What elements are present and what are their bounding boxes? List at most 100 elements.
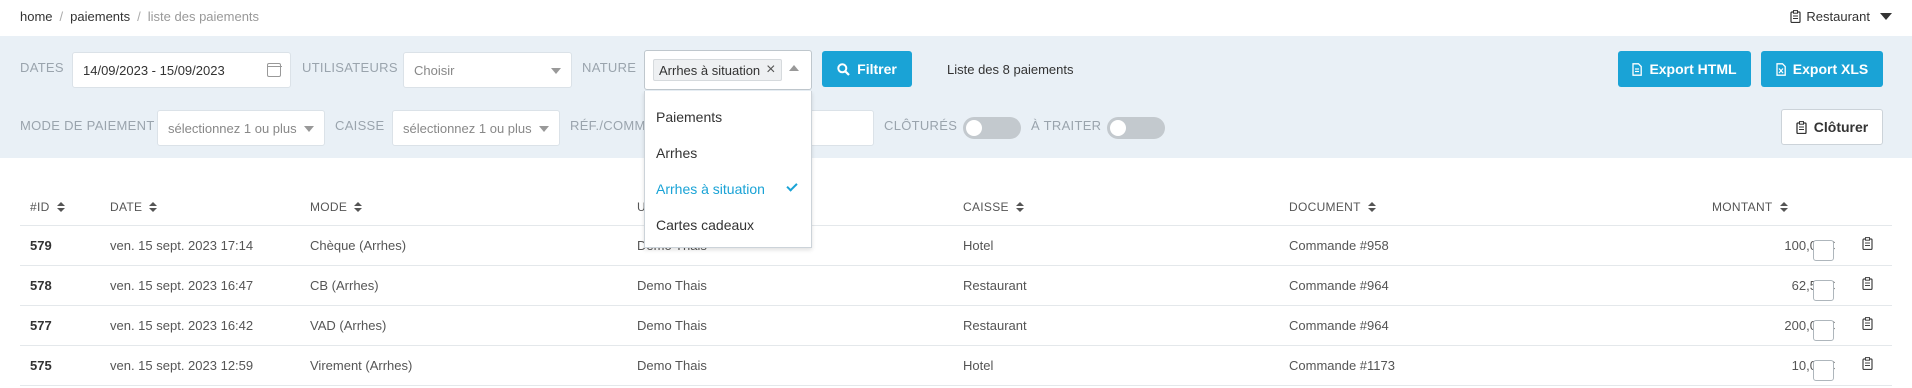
to-process-toggle[interactable] — [1107, 117, 1165, 139]
users-placeholder: Choisir — [414, 62, 455, 78]
sort-icon — [56, 202, 65, 212]
column-label: MONTANT — [1712, 200, 1773, 214]
cell-cash: Hotel — [963, 238, 994, 253]
column-header-amount[interactable]: MONTANT — [1712, 200, 1788, 214]
clipboard-icon[interactable] — [1862, 277, 1873, 290]
dates-input[interactable]: 14/09/2023 - 15/09/2023 — [72, 52, 291, 88]
chevron-down-icon — [1880, 13, 1892, 20]
nature-dropdown: Paiements Arrhes Arrhes à situation Cart… — [644, 91, 812, 248]
establishment-name: Restaurant — [1806, 9, 1870, 24]
nature-label: NATURE — [582, 60, 637, 75]
payment-mode-select[interactable]: sélectionnez 1 ou plus — [157, 110, 325, 146]
payments-table: #ID DATE MODE U CAISSE DOCUMENT MONTANT … — [20, 188, 1892, 386]
column-header-id[interactable]: #ID — [30, 200, 65, 214]
row-checkbox[interactable] — [1813, 240, 1834, 261]
cell-id: 579 — [30, 238, 52, 253]
sort-icon — [354, 202, 363, 212]
payment-mode-placeholder: sélectionnez 1 ou plus — [168, 120, 297, 136]
export-html-button[interactable]: Export HTML — [1618, 51, 1751, 87]
nature-option-deposits-situation[interactable]: Arrhes à situation — [656, 181, 765, 197]
cell-user: Demo Thais — [637, 318, 707, 333]
cash-select[interactable]: sélectionnez 1 ou plus — [392, 110, 560, 146]
chevron-down-icon — [304, 126, 314, 132]
row-checkbox[interactable] — [1813, 280, 1834, 301]
establishment-selector[interactable]: Restaurant — [1790, 9, 1892, 24]
cell-document[interactable]: Commande #1173 — [1289, 358, 1395, 373]
cell-mode: VAD (Arrhes) — [310, 318, 387, 333]
sort-icon — [1015, 202, 1024, 212]
cell-date: ven. 15 sept. 2023 16:47 — [110, 278, 254, 293]
table-row[interactable]: 578 ven. 15 sept. 2023 16:47 CB (Arrhes)… — [20, 266, 1892, 306]
calendar-icon — [266, 63, 282, 77]
nature-option-gift-cards[interactable]: Cartes cadeaux — [656, 217, 754, 233]
cell-cash: Restaurant — [963, 318, 1027, 333]
results-summary: Liste des 8 paiements — [947, 62, 1074, 77]
clipboard-icon[interactable] — [1862, 357, 1873, 370]
table-row[interactable]: 575 ven. 15 sept. 2023 12:59 Virement (A… — [20, 346, 1892, 386]
cell-document[interactable]: Commande #964 — [1289, 278, 1389, 293]
file-icon — [1632, 62, 1643, 76]
nature-tag-label: Arrhes à situation — [659, 62, 761, 78]
clipboard-icon — [1796, 120, 1807, 134]
close-icon[interactable]: × — [766, 62, 775, 78]
column-header-cash[interactable]: CAISSE — [963, 200, 1024, 214]
cell-id: 577 — [30, 318, 52, 333]
reference-label: RÉF./COMM — [570, 118, 646, 133]
column-label: #ID — [30, 200, 50, 214]
column-header-document[interactable]: DOCUMENT — [1289, 200, 1376, 214]
clipboard-icon — [1790, 10, 1802, 23]
column-header-date[interactable]: DATE — [110, 200, 158, 214]
column-label: DATE — [110, 200, 143, 214]
users-label: UTILISATEURS — [302, 60, 398, 75]
export-xls-button[interactable]: Export XLS — [1761, 51, 1883, 87]
cell-user: Demo Thais — [637, 358, 707, 373]
close-payments-label: Clôturer — [1813, 119, 1869, 135]
close-payments-button[interactable]: Clôturer — [1781, 109, 1883, 145]
cell-mode: Virement (Arrhes) — [310, 358, 413, 373]
cell-date: ven. 15 sept. 2023 17:14 — [110, 238, 254, 253]
nature-select[interactable]: Arrhes à situation × — [644, 50, 812, 90]
filter-button[interactable]: Filtrer — [822, 51, 912, 87]
nature-tag: Arrhes à situation × — [653, 59, 782, 81]
row-checkbox[interactable] — [1813, 320, 1834, 341]
export-html-label: Export HTML — [1649, 61, 1737, 77]
cell-date: ven. 15 sept. 2023 16:42 — [110, 318, 254, 333]
toggle-knob — [1110, 120, 1126, 136]
search-icon — [837, 62, 850, 76]
cell-date: ven. 15 sept. 2023 12:59 — [110, 358, 254, 373]
sort-icon — [1779, 202, 1788, 212]
breadcrumb-separator: / — [59, 9, 64, 24]
cell-cash: Hotel — [963, 358, 994, 373]
chevron-up-icon — [789, 65, 799, 71]
to-process-label: À TRAITER — [1031, 118, 1102, 133]
column-label: CAISSE — [963, 200, 1009, 214]
column-label: DOCUMENT — [1289, 200, 1361, 214]
cell-document[interactable]: Commande #958 — [1289, 238, 1389, 253]
dates-label: DATES — [20, 60, 64, 75]
cell-mode: Chèque (Arrhes) — [310, 238, 407, 253]
table-row[interactable]: 579 ven. 15 sept. 2023 17:14 Chèque (Arr… — [20, 226, 1892, 266]
breadcrumb-home[interactable]: home — [20, 9, 53, 24]
clipboard-icon[interactable] — [1862, 237, 1873, 250]
payment-mode-label: MODE DE PAIEMENT — [20, 118, 155, 133]
clipboard-icon[interactable] — [1862, 317, 1873, 330]
table-row[interactable]: 577 ven. 15 sept. 2023 16:42 VAD (Arrhes… — [20, 306, 1892, 346]
users-select[interactable]: Choisir — [403, 52, 572, 88]
closed-label: CLÔTURÉS — [884, 118, 958, 133]
breadcrumb-current: liste des paiements — [147, 9, 260, 24]
chevron-down-icon — [539, 126, 549, 132]
checkmark-icon — [786, 180, 798, 192]
cell-mode: CB (Arrhes) — [310, 278, 379, 293]
cash-placeholder: sélectionnez 1 ou plus — [403, 120, 532, 136]
nature-option-payments[interactable]: Paiements — [656, 109, 722, 125]
nature-option-deposits[interactable]: Arrhes — [656, 145, 697, 161]
closed-toggle[interactable] — [963, 117, 1021, 139]
toggle-knob — [966, 120, 982, 136]
cell-document[interactable]: Commande #964 — [1289, 318, 1389, 333]
cash-label: CAISSE — [335, 118, 385, 133]
row-checkbox[interactable] — [1813, 360, 1834, 381]
file-icon — [1776, 62, 1786, 76]
breadcrumb: home / paiements / liste des paiements — [20, 9, 259, 24]
breadcrumb-payments[interactable]: paiements — [70, 9, 130, 24]
column-header-mode[interactable]: MODE — [310, 200, 363, 214]
